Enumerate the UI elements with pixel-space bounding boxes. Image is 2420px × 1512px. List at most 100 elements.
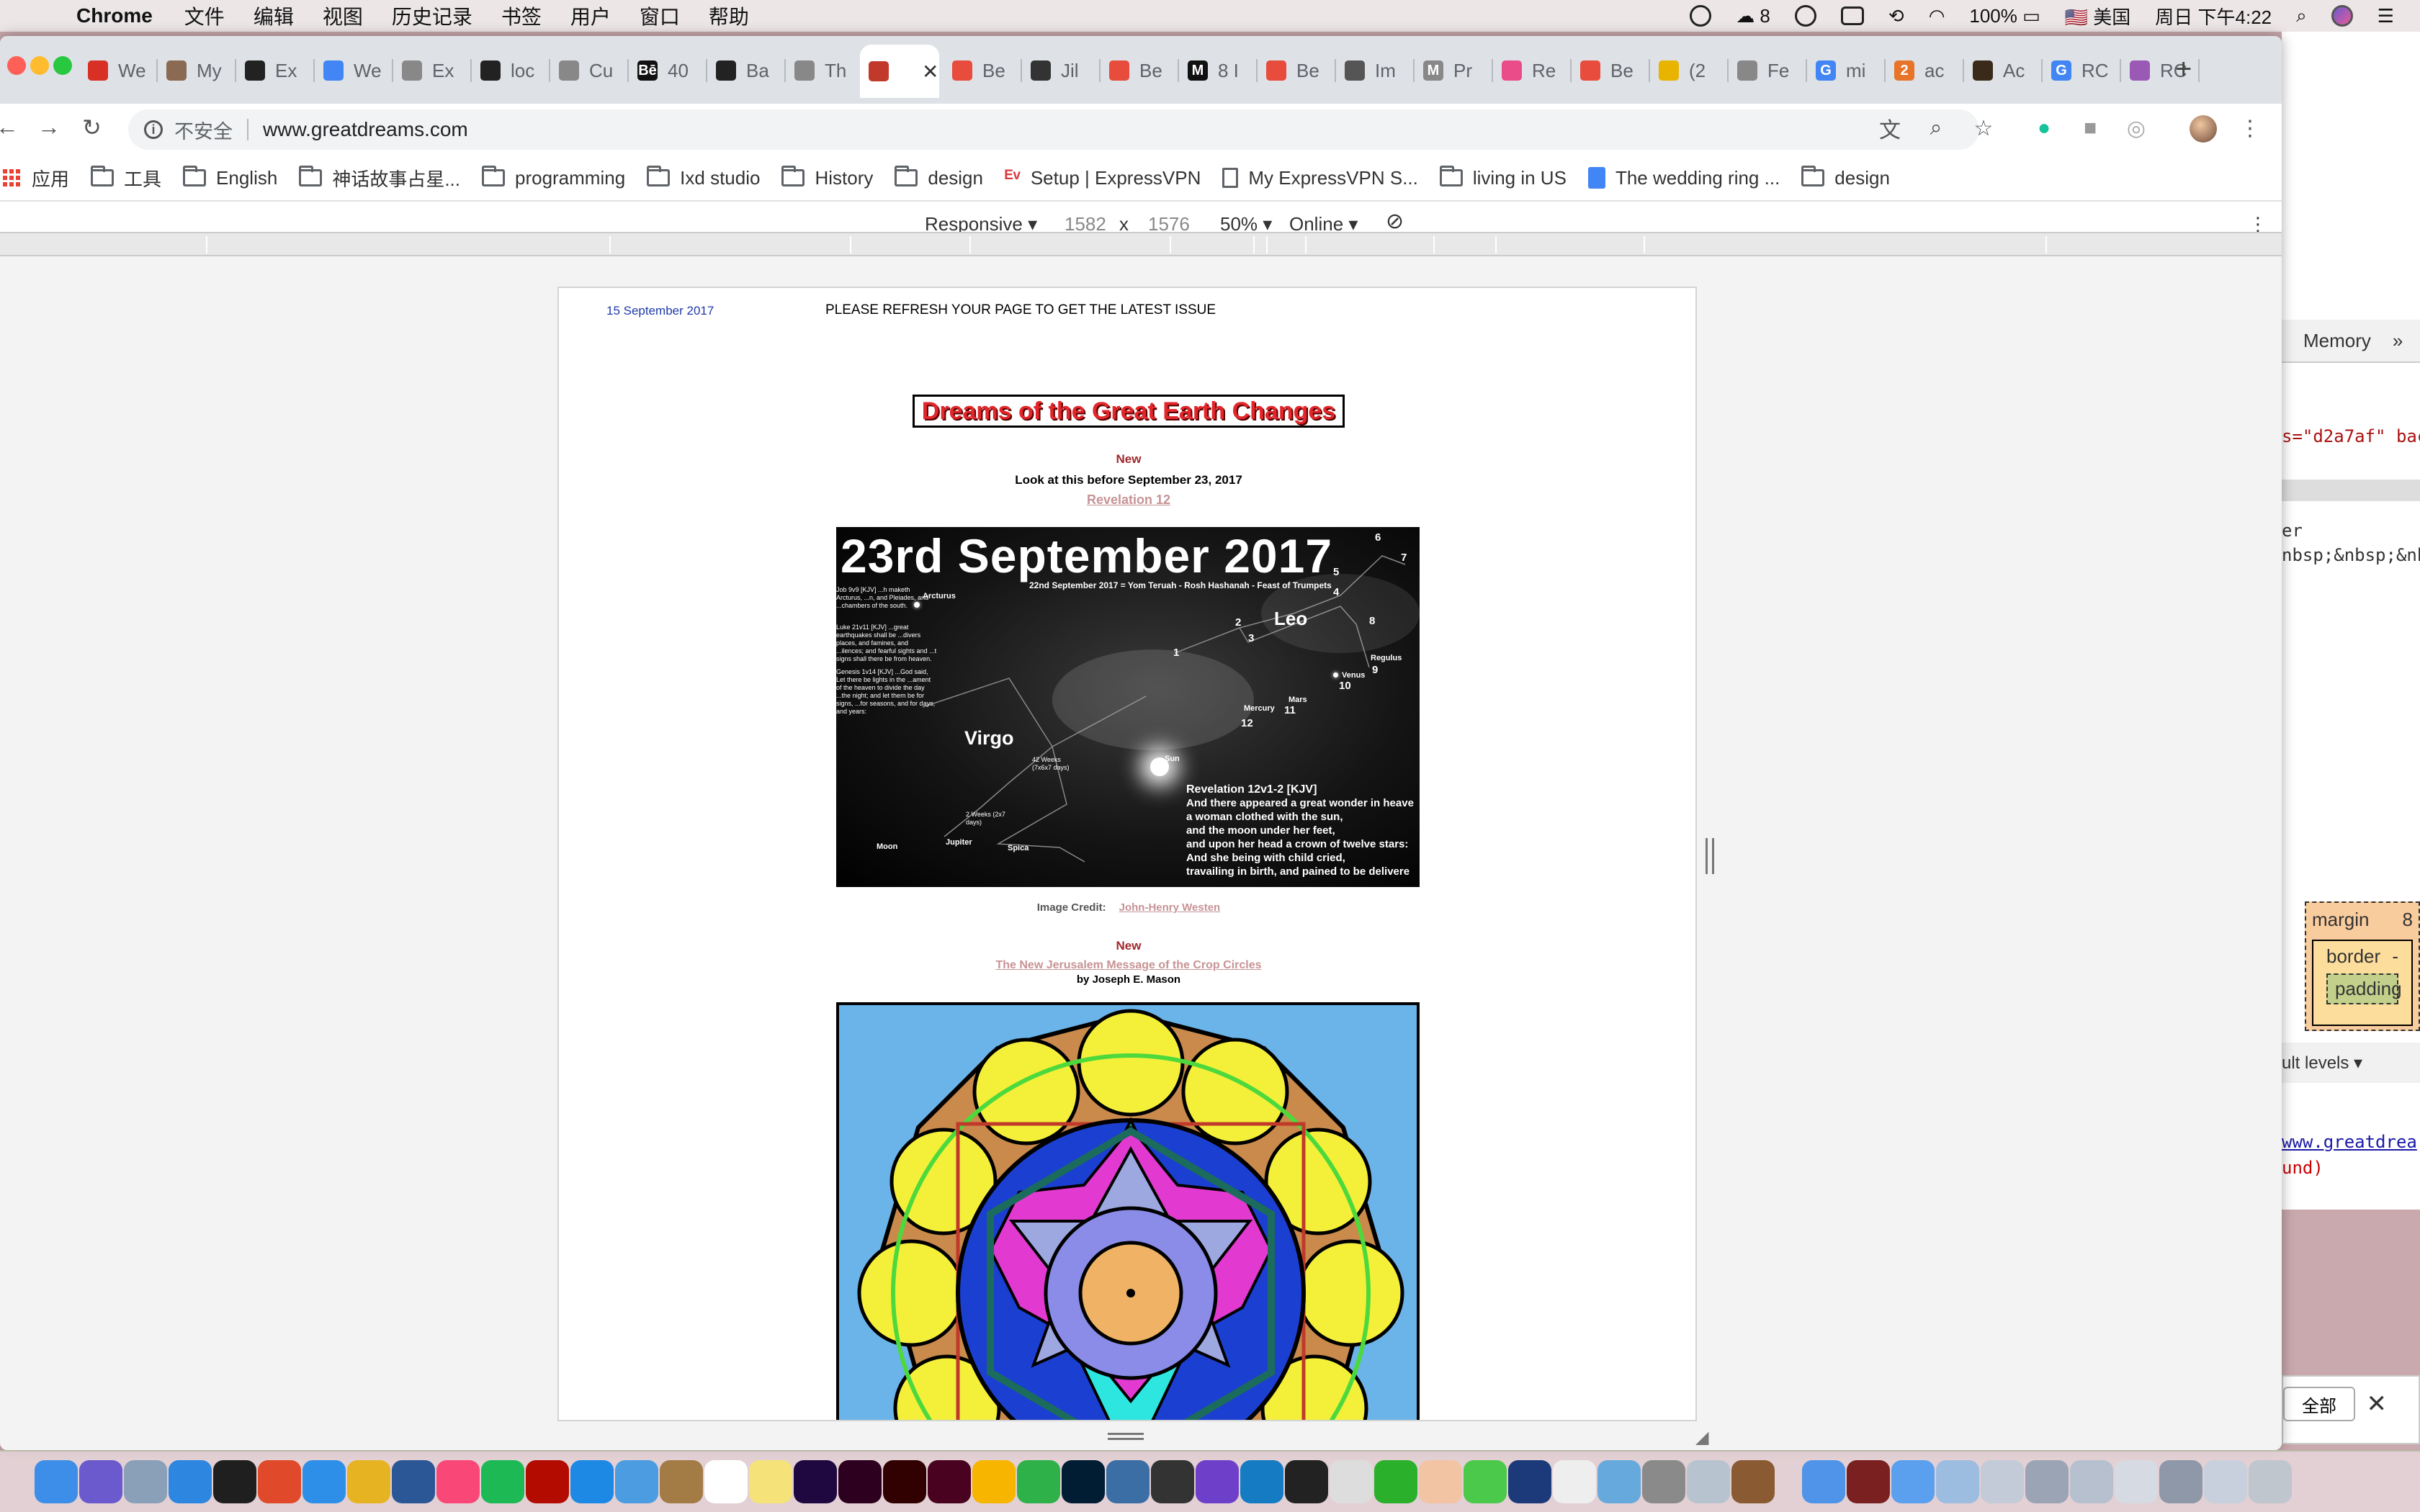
ruler-tick[interactable] (1433, 236, 1435, 253)
tab[interactable]: Jil (1022, 50, 1101, 91)
notes-brown-icon[interactable] (660, 1460, 703, 1503)
input-method[interactable]: 🇺🇸 美国 (2065, 3, 2131, 30)
ruler-tick[interactable] (850, 236, 851, 253)
popup-all-button[interactable]: 全部 (2283, 1387, 2355, 1421)
ruler-tick[interactable] (1170, 236, 1171, 253)
sublime-icon[interactable] (1151, 1460, 1194, 1503)
tab[interactable]: Be (1258, 50, 1336, 91)
cinema4d-icon[interactable] (1508, 1460, 1551, 1503)
menu-view[interactable]: 视图 (323, 1, 363, 30)
reload-button[interactable]: ↻ (82, 114, 102, 141)
forward-button[interactable]: → (37, 114, 60, 140)
close-icon[interactable]: ✕ (2367, 1390, 2388, 1418)
ruler-tick[interactable] (1266, 236, 1268, 253)
finder-icon[interactable] (35, 1460, 78, 1503)
ruler-tick[interactable] (1644, 236, 1645, 253)
tab-active[interactable]: ✕ (860, 45, 939, 98)
tab[interactable]: Im (1336, 50, 1415, 91)
tab[interactable]: 2 ac (1886, 50, 1964, 91)
viewport-corner-resize-handle[interactable]: ◢ (1695, 1427, 1708, 1448)
address-bar[interactable]: i 不安全 www.greatdreams.com (128, 109, 1979, 150)
books-icon[interactable] (1731, 1460, 1775, 1503)
ruler-tick[interactable] (1495, 236, 1497, 253)
davinci-icon[interactable] (1847, 1460, 1890, 1503)
sketch-icon[interactable] (972, 1460, 1016, 1503)
bookmark-item[interactable]: design (1801, 166, 1890, 189)
menu-people[interactable]: 用户 (570, 1, 611, 30)
menu-window[interactable]: 窗口 (640, 1, 680, 30)
bookmark-item[interactable]: design (895, 166, 983, 189)
screenshot1-icon[interactable] (1981, 1460, 2024, 1503)
profile-avatar[interactable] (2190, 115, 2217, 143)
xmind-icon[interactable] (258, 1460, 301, 1503)
word-icon[interactable] (392, 1460, 435, 1503)
app-menu-chrome[interactable]: Chrome (76, 4, 153, 27)
ruler-tick[interactable] (969, 236, 971, 253)
credit-link[interactable]: John-Henry Westen (1119, 901, 1221, 914)
revelation-12-link[interactable]: Revelation 12 (1087, 492, 1170, 507)
console-levels-dropdown[interactable]: ult levels ▾ (2282, 1043, 2420, 1083)
illustrator-icon[interactable] (883, 1460, 926, 1503)
github-desktop-icon[interactable] (1196, 1460, 1239, 1503)
bookmark-item[interactable]: History (781, 166, 873, 189)
bookmark-item[interactable]: programming (481, 166, 625, 189)
tab[interactable]: loc (472, 50, 550, 91)
siri-icon[interactable] (79, 1460, 122, 1503)
preview-icon[interactable] (615, 1460, 658, 1503)
launchpad-icon[interactable] (124, 1460, 167, 1503)
tab[interactable]: Gmi (1807, 50, 1886, 91)
more-tabs-icon[interactable]: » (2393, 330, 2403, 352)
notes-icon[interactable] (749, 1460, 792, 1503)
status-search-a-icon[interactable] (1690, 5, 1712, 27)
spotify-icon[interactable] (481, 1460, 524, 1503)
notification-center-icon[interactable]: ☰ (2378, 5, 2394, 27)
menubar-clock[interactable]: 周日 下午4:22 (2155, 3, 2272, 30)
tab[interactable]: Fe (1729, 50, 1807, 91)
ruler-tick[interactable] (1253, 236, 1255, 253)
menu-edit[interactable]: 编辑 (254, 1, 294, 30)
bookmark-item[interactable]: My ExpressVPN S... (1222, 167, 1418, 189)
ruler-tick[interactable] (1305, 236, 1307, 253)
bookmark-item[interactable]: The wedding ring ... (1587, 167, 1780, 189)
proxy-icon[interactable] (1106, 1460, 1150, 1503)
minimize-window-button[interactable] (30, 56, 49, 75)
preview2-icon[interactable] (1597, 1460, 1641, 1503)
calendar-icon[interactable] (704, 1460, 748, 1503)
safari-icon[interactable] (169, 1460, 212, 1503)
url-text[interactable]: www.greatdreams.com (263, 118, 468, 141)
menu-file[interactable]: 文件 (184, 1, 225, 30)
devtools-tab-memory[interactable]: Memory » (2282, 320, 2420, 363)
chrome-menu-icon[interactable]: ⋮ (2237, 115, 2263, 141)
tab[interactable]: Th (786, 50, 864, 91)
security-label[interactable]: 不安全 (174, 116, 233, 144)
acrobat-icon[interactable] (526, 1460, 569, 1503)
bookmark-item[interactable]: 应用 (3, 165, 69, 192)
tab[interactable]: Cu (550, 50, 629, 91)
battery-status[interactable]: 100% ▭ (1969, 5, 2040, 27)
zoom-icon[interactable]: ⌕ (1923, 115, 1949, 141)
screenshot5-icon[interactable] (2159, 1460, 2202, 1503)
crop-circles-link[interactable]: The New Jerusalem Message of the Crop Ci… (995, 959, 1261, 971)
xd-icon[interactable] (838, 1460, 882, 1503)
textedit-icon[interactable] (1553, 1460, 1596, 1503)
bookmark-item[interactable]: 工具 (91, 165, 161, 192)
tab[interactable]: Ba (707, 50, 786, 91)
tab[interactable]: Be (944, 50, 1022, 91)
finder-folder-icon[interactable] (1802, 1460, 1845, 1503)
translate-icon[interactable]: 文 (1877, 115, 1903, 143)
tab[interactable]: Be (1572, 50, 1650, 91)
ruler-tick[interactable] (206, 236, 207, 253)
creative-cloud-icon[interactable] (1794, 5, 1816, 27)
new-tab-button[interactable]: + (2175, 53, 2192, 86)
screenshot3-icon[interactable] (2070, 1460, 2113, 1503)
info-icon[interactable]: i (144, 120, 163, 139)
media-query-ruler[interactable] (0, 232, 2282, 256)
tab[interactable]: M 8 I (1179, 50, 1258, 91)
screenshot6-icon[interactable] (2204, 1460, 2247, 1503)
tab[interactable]: Ex (236, 50, 315, 91)
tab[interactable]: We (79, 50, 158, 91)
time-machine-icon[interactable]: ⟲ (1888, 5, 1904, 27)
tab[interactable]: My (158, 50, 236, 91)
doc-folder-icon[interactable] (1936, 1460, 1979, 1503)
bookmark-item[interactable]: ᴱᵛ Setup | ExpressVPN (1005, 166, 1201, 189)
